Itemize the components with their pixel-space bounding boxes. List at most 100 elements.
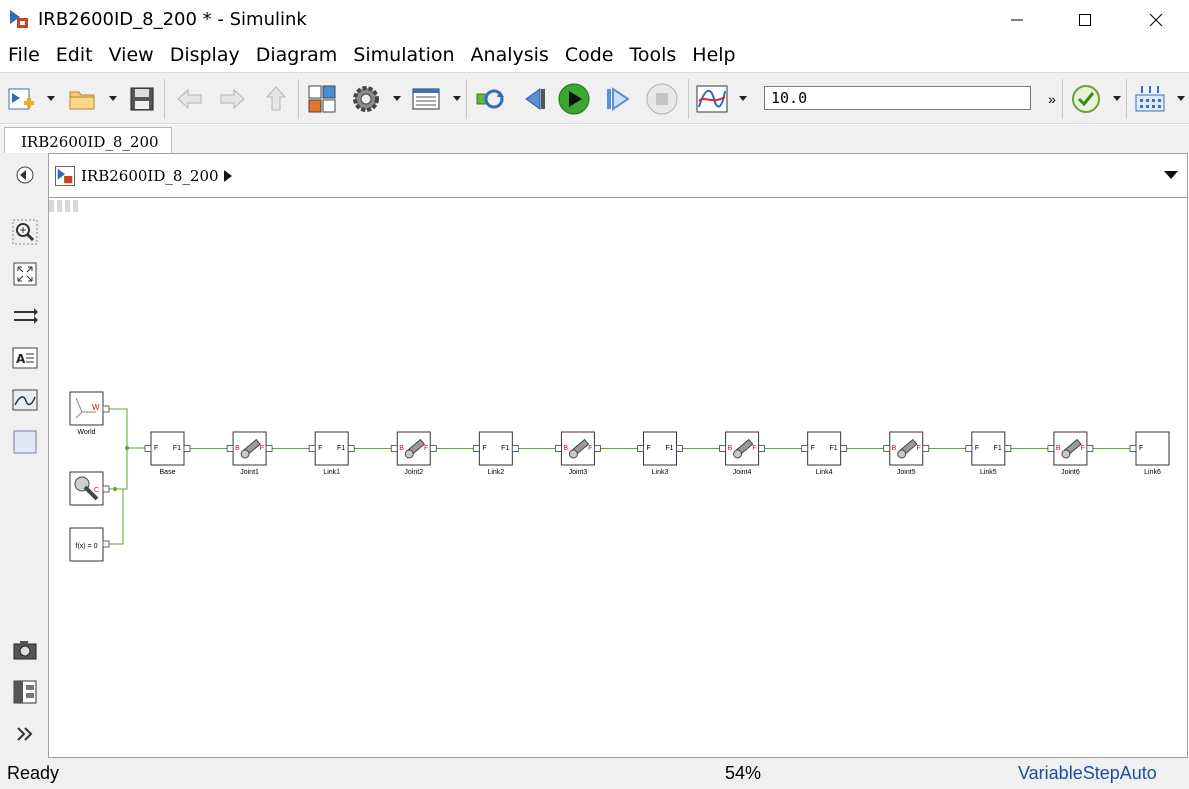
model-browser-icon bbox=[13, 680, 37, 704]
port-label: F bbox=[154, 445, 158, 452]
annotation-icon: A bbox=[12, 347, 38, 369]
port-label: F bbox=[1139, 445, 1143, 452]
menu-code[interactable]: Code bbox=[565, 42, 622, 70]
block-label: World bbox=[77, 429, 95, 436]
zoom-button[interactable] bbox=[12, 219, 38, 245]
maximize-button[interactable] bbox=[1062, 6, 1108, 34]
refresh-icon bbox=[476, 89, 504, 109]
arrow-right-icon bbox=[220, 88, 245, 110]
block-joint3: B F Joint3 bbox=[560, 431, 595, 476]
annotation-button[interactable]: A bbox=[12, 345, 38, 371]
new-dropdown-icon[interactable] bbox=[46, 95, 56, 103]
breadcrumb: IRB2600ID_8_200 bbox=[48, 153, 1188, 198]
port-label: F1 bbox=[665, 445, 673, 452]
image-icon bbox=[12, 389, 38, 411]
menu-diagram[interactable]: Diagram bbox=[256, 42, 346, 70]
menu-help[interactable]: Help bbox=[692, 42, 743, 70]
scope-button[interactable] bbox=[694, 81, 730, 117]
step-back-button[interactable] bbox=[516, 81, 552, 117]
new-model-button[interactable] bbox=[4, 81, 40, 117]
model-settings-button[interactable] bbox=[348, 81, 384, 117]
model-canvas[interactable]: W World Cf(x) = 0 F F1 Base B F Joint1 F F1 Link1 B F… bbox=[48, 198, 1188, 758]
expand-palette-button[interactable] bbox=[12, 721, 38, 747]
play-icon bbox=[558, 83, 590, 115]
tab-model[interactable]: IRB2600ID_8_200 bbox=[4, 127, 172, 153]
caret-right-icon[interactable] bbox=[223, 170, 233, 182]
advisor-dropdown-icon[interactable] bbox=[1112, 95, 1122, 103]
caret-down-icon[interactable] bbox=[1163, 170, 1179, 180]
zoom-level: 54% bbox=[725, 763, 762, 783]
port-label: F bbox=[424, 445, 428, 452]
screenshot-button[interactable] bbox=[12, 637, 38, 663]
hide-explorer-button[interactable] bbox=[12, 162, 38, 188]
menu-analysis[interactable]: Analysis bbox=[471, 42, 557, 70]
model-explorer-button[interactable] bbox=[408, 81, 444, 117]
menu-view[interactable]: View bbox=[109, 42, 162, 70]
build-dropdown-icon[interactable] bbox=[1176, 95, 1186, 103]
block-joint6: B F Joint6 bbox=[1053, 431, 1088, 476]
stop-button[interactable] bbox=[644, 81, 680, 117]
block-text: f(x) = 0 bbox=[76, 543, 98, 550]
route-lines-button[interactable] bbox=[12, 303, 38, 329]
solver-link[interactable]: VariableStepAuto bbox=[1018, 763, 1157, 784]
build-icon bbox=[1135, 86, 1165, 112]
connection-line bbox=[106, 489, 124, 545]
menu-display[interactable]: Display bbox=[170, 42, 248, 70]
breadcrumb-model[interactable]: IRB2600ID_8_200 bbox=[81, 167, 219, 185]
block-diagram[interactable]: W World Cf(x) = 0 F F1 Base B F Joint1 F F1 Link1 B F… bbox=[49, 198, 1188, 758]
minimize-button[interactable] bbox=[994, 6, 1040, 34]
build-button[interactable] bbox=[1132, 81, 1168, 117]
block-joint1: B F Joint1 bbox=[232, 431, 267, 476]
up-button[interactable] bbox=[258, 81, 294, 117]
library-browser-button[interactable] bbox=[304, 81, 340, 117]
menu-simulation[interactable]: Simulation bbox=[353, 42, 462, 70]
image-button[interactable] bbox=[12, 387, 38, 413]
port-label: F bbox=[811, 445, 815, 452]
minimize-icon bbox=[1011, 19, 1023, 21]
close-button[interactable] bbox=[1133, 6, 1179, 34]
area-button[interactable] bbox=[12, 429, 38, 455]
block-label: Joint5 bbox=[897, 469, 916, 476]
open-dropdown-icon[interactable] bbox=[108, 95, 118, 103]
menu-edit[interactable]: Edit bbox=[56, 42, 101, 70]
block-label: Link2 bbox=[487, 469, 504, 476]
area-icon bbox=[13, 430, 37, 454]
block-link6: F Link6 bbox=[1135, 431, 1170, 476]
block-solver-configuration: f(x) = 0 bbox=[69, 527, 104, 562]
block-link3: F F1 Link3 bbox=[643, 431, 677, 476]
block-base: F F1 Base bbox=[150, 431, 185, 476]
run-button[interactable] bbox=[556, 81, 592, 117]
menu-file[interactable]: File bbox=[8, 42, 48, 70]
route-lines-icon bbox=[14, 308, 38, 324]
block-world: W World bbox=[69, 391, 104, 436]
menu-tools[interactable]: Tools bbox=[629, 42, 684, 70]
explorer-dropdown-icon[interactable] bbox=[452, 95, 462, 103]
back-button[interactable] bbox=[172, 81, 208, 117]
scope-dropdown-icon[interactable] bbox=[738, 95, 748, 103]
model-browser-button[interactable] bbox=[12, 679, 38, 705]
settings-dropdown-icon[interactable] bbox=[392, 95, 402, 103]
gear-icon bbox=[353, 86, 379, 112]
step-forward-button[interactable] bbox=[600, 81, 636, 117]
block-label: Joint3 bbox=[569, 469, 588, 476]
arrow-up-icon bbox=[265, 86, 287, 111]
fit-to-view-button[interactable] bbox=[12, 261, 38, 287]
new-model-icon bbox=[8, 88, 34, 110]
block-label: Joint2 bbox=[404, 469, 423, 476]
double-chevron-right-icon bbox=[17, 727, 33, 741]
block-joint5: B F Joint5 bbox=[889, 431, 924, 476]
forward-button[interactable] bbox=[214, 81, 250, 117]
update-diagram-button[interactable] bbox=[472, 81, 508, 117]
maximize-icon bbox=[1079, 14, 1091, 26]
block-joint4: B F Joint4 bbox=[725, 431, 760, 476]
block-label: Joint1 bbox=[240, 469, 259, 476]
step-forward-icon bbox=[607, 87, 630, 111]
block-link1: F F1 Link1 bbox=[314, 431, 349, 476]
stop-time-input[interactable]: 10.0 bbox=[764, 86, 1031, 110]
save-button[interactable] bbox=[124, 81, 160, 117]
status-text: Ready bbox=[7, 763, 60, 783]
open-button[interactable] bbox=[64, 81, 100, 117]
port-label: F bbox=[975, 445, 979, 452]
model-advisor-button[interactable] bbox=[1068, 81, 1104, 117]
block-label: Base bbox=[160, 469, 176, 476]
